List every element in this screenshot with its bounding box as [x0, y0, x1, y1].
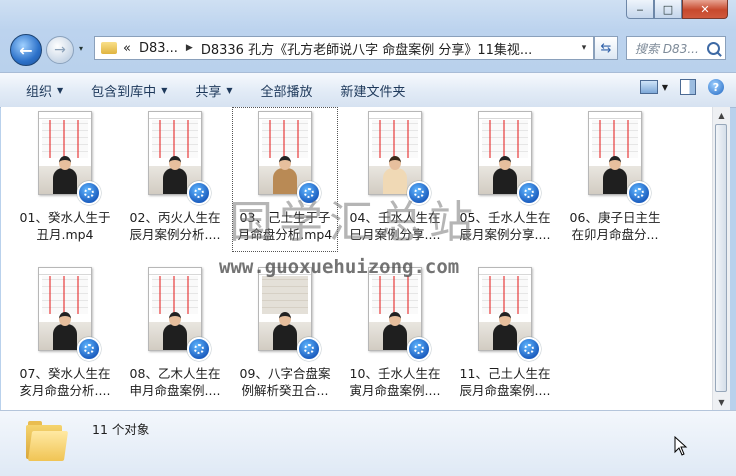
share-menu[interactable]: 共享 ▼ [181, 81, 246, 100]
file-name: 02、丙火人生在 辰月案例分析.... [129, 210, 221, 242]
refresh-icon: ⇆ [600, 40, 612, 56]
scroll-thumb[interactable] [715, 124, 727, 392]
video-file-icon [517, 181, 541, 205]
search-box[interactable]: 搜索 D83... [626, 36, 726, 60]
video-file-icon [517, 337, 541, 361]
folder-icon [101, 42, 117, 54]
toolbar-right: ▼ ? [639, 79, 724, 95]
file-name: 11、己土人生在 辰月命盘案例.... [459, 366, 551, 398]
breadcrumb-current[interactable]: D8336 孔方《孔方老師说八字 命盘案例 分享》11集视... [201, 39, 532, 58]
video-file-icon [77, 337, 101, 361]
chevron-down-icon: ▼ [161, 85, 168, 95]
vertical-scrollbar[interactable]: ▲ ▼ [712, 107, 730, 410]
close-button[interactable]: ✕ [682, 0, 728, 19]
change-view-icon[interactable] [639, 80, 658, 94]
file-item[interactable]: 08、乙木人生在 申月命盘案例.... [123, 267, 227, 399]
file-item[interactable]: 07、癸水人生在 亥月命盘分析.... [13, 267, 117, 399]
chevron-down-icon: ▼ [57, 85, 64, 95]
help-icon[interactable]: ? [708, 79, 724, 95]
address-dropdown-button[interactable]: ▾ [575, 43, 593, 53]
video-file-icon [77, 181, 101, 205]
preview-pane-icon[interactable] [680, 79, 696, 95]
arrow-right-icon: → [54, 42, 66, 58]
video-file-icon [187, 337, 211, 361]
forward-button[interactable]: → [46, 36, 74, 64]
minimize-button[interactable]: ‒ [626, 0, 654, 19]
address-bar[interactable]: « D83... ▶ D8336 孔方《孔方老師说八字 命盘案例 分享》11集视… [94, 36, 594, 60]
file-item[interactable]: 01、癸水人生于 丑月.mp4 [13, 111, 117, 243]
chevron-down-icon[interactable]: ▼ [662, 83, 668, 92]
include-library-label: 包含到库中 [91, 84, 157, 100]
breadcrumb-overflow[interactable]: « [123, 41, 131, 56]
organize-label: 组织 [26, 84, 53, 100]
scroll-down-button[interactable]: ▼ [713, 394, 730, 410]
maximize-button[interactable]: □ [654, 0, 682, 19]
file-name: 01、癸水人生于 丑月.mp4 [19, 210, 111, 242]
details-pane: 11 个对象 [0, 410, 736, 476]
search-placeholder: 搜索 D83... [635, 41, 699, 56]
window-controls: ‒ □ ✕ [626, 0, 728, 19]
item-count: 11 个对象 [92, 422, 150, 437]
file-item[interactable]: 06、庚子日主生 在卯月命盘分... [563, 111, 667, 243]
play-all-button[interactable]: 全部播放 [247, 81, 327, 100]
organize-menu[interactable]: 组织 ▼ [0, 81, 77, 100]
folder-icon [26, 421, 69, 461]
file-item[interactable]: 11、己土人生在 辰月命盘案例.... [453, 267, 557, 399]
mouse-cursor-icon [674, 436, 688, 456]
file-item[interactable]: 02、丙火人生在 辰月案例分析.... [123, 111, 227, 243]
explorer-window: ‒ □ ✕ ← → ▾ « D83... ▶ D8336 孔方《孔方老師说八字 … [0, 0, 736, 476]
command-bar: 组织 ▼ 包含到库中 ▼ 共享 ▼ 全部播放 新建文件夹 ▼ ? [0, 72, 736, 108]
watermark-text: 国学汇总站 [229, 197, 479, 248]
video-file-icon [297, 337, 321, 361]
file-name: 09、八字合盘案 例解析癸丑合... [239, 366, 331, 398]
arrow-left-icon: ← [19, 40, 33, 60]
refresh-button[interactable]: ⇆ [594, 36, 618, 60]
file-item[interactable]: 09、八字合盘案 例解析癸丑合... [233, 267, 337, 399]
file-name: 10、壬水人生在 寅月命盘案例.... [349, 366, 441, 398]
recent-pages-button[interactable]: ▾ [79, 44, 83, 53]
file-name: 08、乙木人生在 申月命盘案例.... [129, 366, 221, 398]
share-label: 共享 [195, 84, 222, 100]
video-file-icon [407, 337, 431, 361]
video-file-icon [627, 181, 651, 205]
breadcrumb-parent[interactable]: D83... [139, 41, 178, 56]
file-name: 07、癸水人生在 亥月命盘分析.... [19, 366, 111, 398]
include-in-library-menu[interactable]: 包含到库中 ▼ [77, 81, 181, 100]
search-icon[interactable] [707, 41, 720, 55]
chevron-right-icon[interactable]: ▶ [186, 43, 193, 53]
video-file-icon [187, 181, 211, 205]
file-name: 06、庚子日主生 在卯月命盘分... [569, 210, 661, 242]
new-folder-button[interactable]: 新建文件夹 [327, 81, 420, 100]
scroll-up-button[interactable]: ▲ [713, 107, 730, 123]
back-button[interactable]: ← [10, 34, 42, 66]
chevron-down-icon: ▼ [226, 85, 233, 95]
file-item[interactable]: 10、壬水人生在 寅月命盘案例.... [343, 267, 447, 399]
watermark-url: www.guoxuehuizong.com [219, 256, 460, 278]
